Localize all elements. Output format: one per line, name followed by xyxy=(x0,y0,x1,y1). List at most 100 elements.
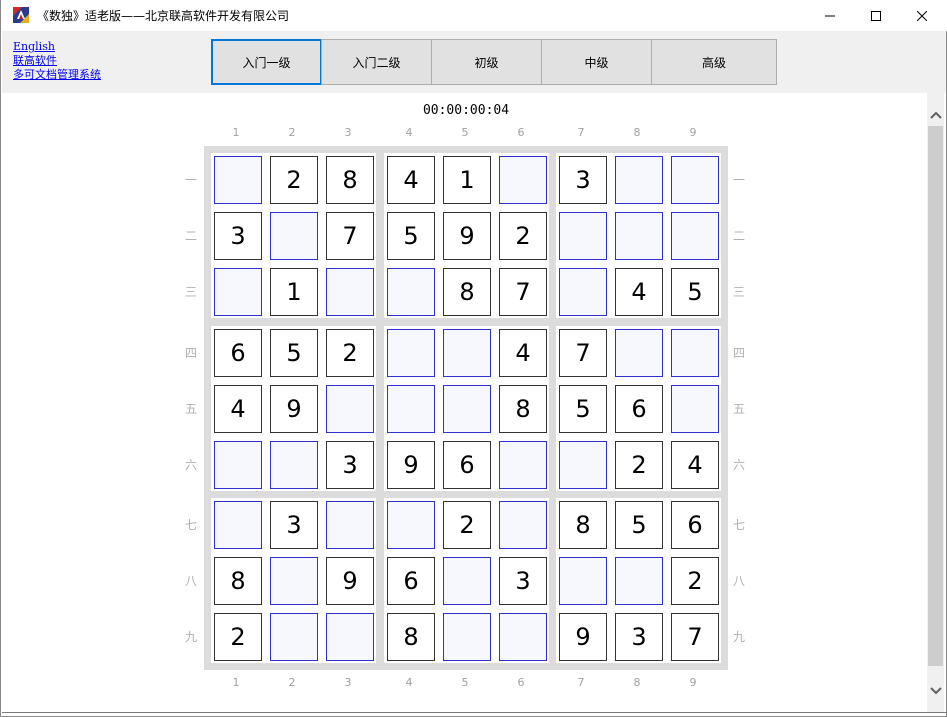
empty-cell[interactable] xyxy=(214,268,262,316)
empty-cell[interactable] xyxy=(559,441,607,489)
given-cell[interactable]: 3 xyxy=(270,501,318,549)
given-cell[interactable]: 6 xyxy=(387,557,435,605)
scroll-up-button[interactable] xyxy=(927,105,944,122)
empty-cell[interactable] xyxy=(443,613,491,661)
given-cell[interactable]: 3 xyxy=(326,441,374,489)
doc-system-link[interactable]: 多可文档管理系统 xyxy=(13,68,101,82)
english-link[interactable]: English xyxy=(13,40,101,54)
row-label-right: 八 xyxy=(732,574,745,588)
given-cell[interactable]: 4 xyxy=(499,329,547,377)
level-tab-intermediate[interactable]: 中级 xyxy=(541,39,652,85)
empty-cell[interactable] xyxy=(499,613,547,661)
level-tab-beginner-1[interactable]: 入门一级 xyxy=(211,39,322,85)
empty-cell[interactable] xyxy=(270,212,318,260)
empty-cell[interactable] xyxy=(214,501,262,549)
level-tab-advanced[interactable]: 高级 xyxy=(651,39,777,85)
given-cell[interactable]: 2 xyxy=(499,212,547,260)
empty-cell[interactable] xyxy=(615,557,663,605)
given-cell[interactable]: 2 xyxy=(326,329,374,377)
given-cell[interactable]: 4 xyxy=(671,441,719,489)
given-cell[interactable]: 8 xyxy=(326,156,374,204)
empty-cell[interactable] xyxy=(499,441,547,489)
empty-cell[interactable] xyxy=(443,557,491,605)
given-cell[interactable]: 3 xyxy=(214,212,262,260)
given-cell[interactable]: 6 xyxy=(214,329,262,377)
empty-cell[interactable] xyxy=(499,156,547,204)
empty-cell[interactable] xyxy=(387,329,435,377)
given-cell[interactable]: 7 xyxy=(559,329,607,377)
level-tab-elementary[interactable]: 初级 xyxy=(431,39,542,85)
given-cell[interactable]: 8 xyxy=(214,557,262,605)
given-cell[interactable]: 5 xyxy=(270,329,318,377)
row-label-left: 二 xyxy=(184,229,197,243)
empty-cell[interactable] xyxy=(270,441,318,489)
given-cell[interactable]: 1 xyxy=(443,156,491,204)
given-cell[interactable]: 2 xyxy=(671,557,719,605)
given-cell[interactable]: 3 xyxy=(615,613,663,661)
given-cell[interactable]: 9 xyxy=(326,557,374,605)
empty-cell[interactable] xyxy=(671,329,719,377)
empty-cell[interactable] xyxy=(671,212,719,260)
empty-cell[interactable] xyxy=(615,212,663,260)
empty-cell[interactable] xyxy=(326,385,374,433)
empty-cell[interactable] xyxy=(559,212,607,260)
empty-cell[interactable] xyxy=(270,557,318,605)
given-cell[interactable]: 9 xyxy=(387,441,435,489)
empty-cell[interactable] xyxy=(387,501,435,549)
empty-cell[interactable] xyxy=(615,329,663,377)
empty-cell[interactable] xyxy=(387,268,435,316)
given-cell[interactable]: 9 xyxy=(443,212,491,260)
given-cell[interactable]: 6 xyxy=(443,441,491,489)
close-button[interactable] xyxy=(899,0,945,31)
given-cell[interactable]: 7 xyxy=(499,268,547,316)
given-cell[interactable]: 4 xyxy=(387,156,435,204)
empty-cell[interactable] xyxy=(326,501,374,549)
minimize-button[interactable] xyxy=(807,0,853,31)
empty-cell[interactable] xyxy=(326,613,374,661)
vertical-scrollbar[interactable] xyxy=(927,93,944,712)
empty-cell[interactable] xyxy=(270,613,318,661)
given-cell[interactable]: 8 xyxy=(559,501,607,549)
given-cell[interactable]: 8 xyxy=(443,268,491,316)
given-cell[interactable]: 7 xyxy=(326,212,374,260)
given-cell[interactable]: 6 xyxy=(615,385,663,433)
given-cell[interactable]: 5 xyxy=(387,212,435,260)
given-cell[interactable]: 5 xyxy=(559,385,607,433)
given-cell[interactable]: 3 xyxy=(499,557,547,605)
board-block: 4159287 xyxy=(384,153,549,318)
empty-cell[interactable] xyxy=(559,557,607,605)
maximize-button[interactable] xyxy=(853,0,899,31)
given-cell[interactable]: 2 xyxy=(214,613,262,661)
scroll-down-button[interactable] xyxy=(927,681,944,698)
level-tabs: 入门一级 入门二级 初级 中级 高级 xyxy=(211,39,777,85)
empty-cell[interactable] xyxy=(326,268,374,316)
company-link[interactable]: 联高软件 xyxy=(13,54,101,68)
empty-cell[interactable] xyxy=(443,329,491,377)
given-cell[interactable]: 4 xyxy=(615,268,663,316)
given-cell[interactable]: 1 xyxy=(270,268,318,316)
given-cell[interactable]: 9 xyxy=(270,385,318,433)
given-cell[interactable]: 3 xyxy=(559,156,607,204)
given-cell[interactable]: 5 xyxy=(615,501,663,549)
given-cell[interactable]: 2 xyxy=(270,156,318,204)
empty-cell[interactable] xyxy=(387,385,435,433)
given-cell[interactable]: 4 xyxy=(214,385,262,433)
given-cell[interactable]: 8 xyxy=(387,613,435,661)
empty-cell[interactable] xyxy=(214,156,262,204)
empty-cell[interactable] xyxy=(214,441,262,489)
empty-cell[interactable] xyxy=(499,501,547,549)
empty-cell[interactable] xyxy=(615,156,663,204)
empty-cell[interactable] xyxy=(671,156,719,204)
given-cell[interactable]: 7 xyxy=(671,613,719,661)
given-cell[interactable]: 5 xyxy=(671,268,719,316)
level-tab-beginner-2[interactable]: 入门二级 xyxy=(321,39,432,85)
given-cell[interactable]: 8 xyxy=(499,385,547,433)
empty-cell[interactable] xyxy=(559,268,607,316)
empty-cell[interactable] xyxy=(671,385,719,433)
given-cell[interactable]: 2 xyxy=(615,441,663,489)
given-cell[interactable]: 2 xyxy=(443,501,491,549)
scrollbar-thumb[interactable] xyxy=(928,126,943,666)
given-cell[interactable]: 9 xyxy=(559,613,607,661)
given-cell[interactable]: 6 xyxy=(671,501,719,549)
empty-cell[interactable] xyxy=(443,385,491,433)
